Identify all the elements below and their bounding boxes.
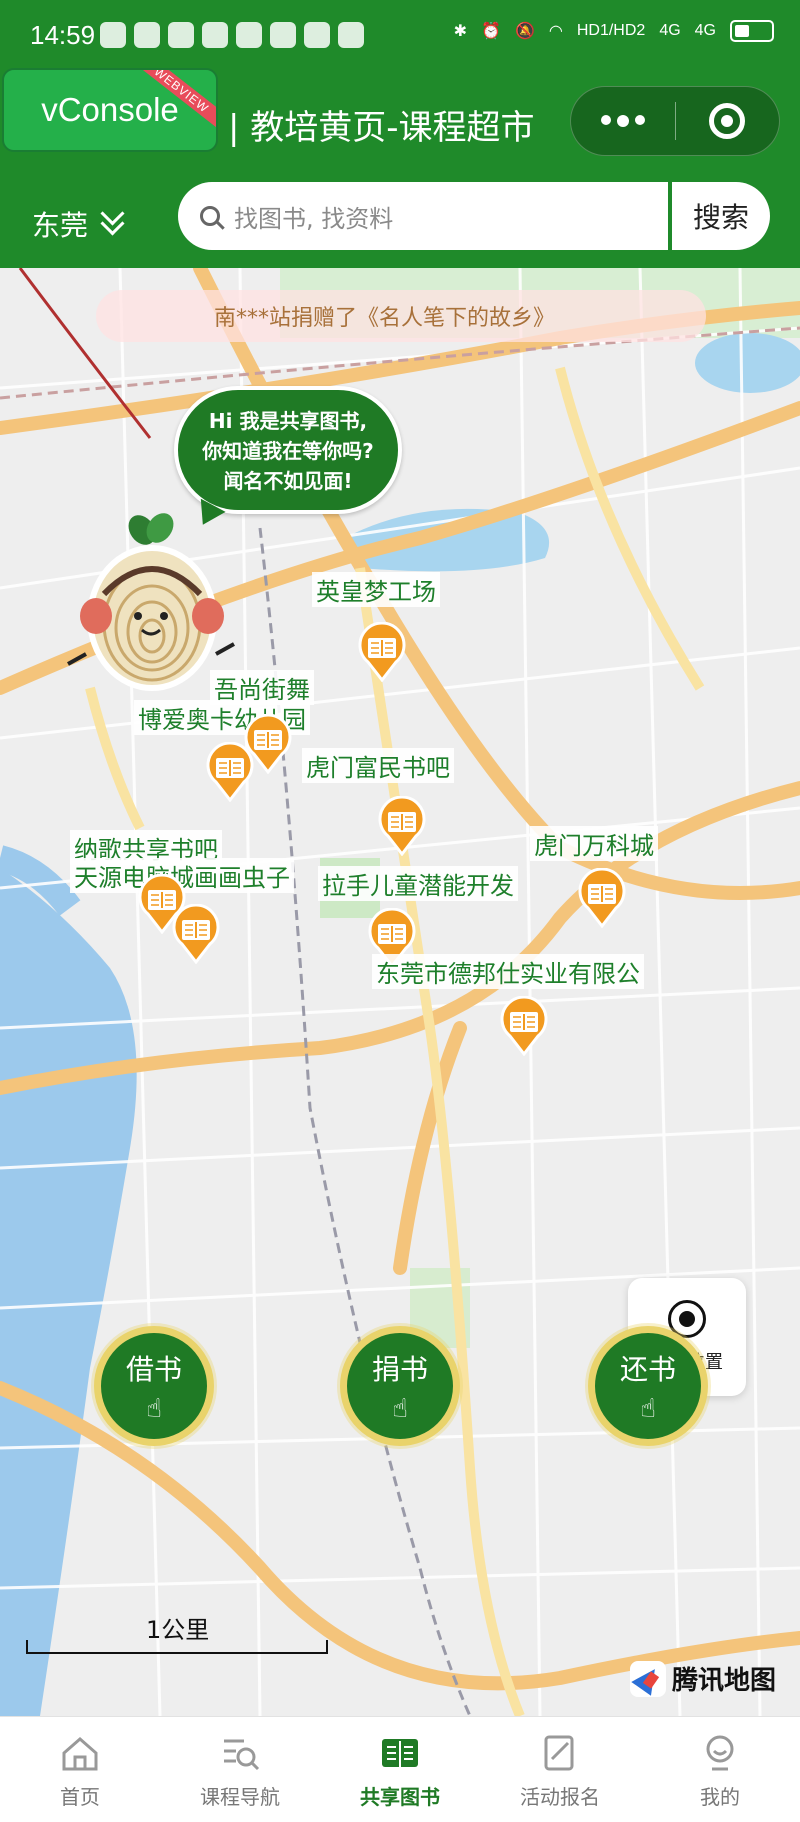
book-pin-icon[interactable] bbox=[168, 903, 224, 965]
bubble-line-1: Hi 我是共享图书, bbox=[208, 409, 368, 433]
search-input[interactable]: 找图书, 找资料 bbox=[178, 182, 668, 250]
top-bar: 14:59 ✱ ⏰ 🔕 ◠ HD1/HD2 4G 4G vConsole WEB… bbox=[0, 0, 800, 268]
tencent-map-logo-icon bbox=[630, 1660, 666, 1697]
status-indicators: ✱ ⏰ 🔕 ◠ HD1/HD2 4G 4G bbox=[454, 20, 774, 42]
hd2-label: HD2 bbox=[613, 22, 646, 39]
course-search-icon bbox=[224, 1739, 260, 1771]
tab-course-nav-label: 课程导航 bbox=[200, 1785, 280, 1809]
tab-activity-signup[interactable]: 活动报名 bbox=[480, 1717, 640, 1822]
borrow-book-button[interactable]: 借书 ☝ bbox=[94, 1326, 214, 1446]
book-pin-icon[interactable] bbox=[574, 867, 630, 929]
return-book-button[interactable]: 还书 ☝ bbox=[588, 1326, 708, 1446]
vconsole-button[interactable]: vConsole WEBVIEW bbox=[2, 68, 218, 152]
donation-ticker: 南***站捐赠了《名人笔下的故乡》 bbox=[96, 290, 706, 342]
poi-label[interactable]: 虎门富民书吧 bbox=[302, 748, 454, 783]
book-pin-icon[interactable] bbox=[374, 795, 430, 857]
profile-icon bbox=[706, 1735, 734, 1771]
search-icon bbox=[200, 206, 220, 226]
taobao-icon bbox=[304, 22, 330, 48]
status-time: 14:59 bbox=[30, 20, 96, 50]
wifi-icon: ◠ bbox=[548, 23, 563, 40]
poi-label[interactable]: 虎门万科城 bbox=[530, 826, 658, 861]
more-dot-icon bbox=[600, 115, 611, 125]
message-icon bbox=[134, 22, 160, 48]
bubble-line-2: 你知道我在等你吗? bbox=[202, 439, 374, 463]
tab-profile[interactable]: 我的 bbox=[640, 1717, 800, 1822]
alarm-icon: ⏰ bbox=[481, 23, 501, 40]
tap-hand-icon: ☝ bbox=[640, 1394, 656, 1424]
tab-activity-signup-label: 活动报名 bbox=[520, 1785, 600, 1809]
double-chevron-down-icon bbox=[100, 211, 126, 237]
fingerprint-mascot[interactable] bbox=[56, 504, 242, 694]
vconsole-label: vConsole bbox=[41, 91, 179, 128]
tap-hand-icon: ☝ bbox=[392, 1394, 408, 1424]
city-label: 东莞 bbox=[32, 209, 89, 242]
alipay-icon bbox=[236, 22, 262, 48]
app-screen: 14:59 ✱ ⏰ 🔕 ◠ HD1/HD2 4G 4G vConsole WEB… bbox=[0, 0, 800, 1822]
sim-icon bbox=[338, 22, 364, 48]
book-pin-icon[interactable] bbox=[354, 621, 410, 683]
search-placeholder: 找图书, 找资料 bbox=[234, 204, 394, 233]
map-view[interactable]: 南***站捐赠了《名人笔下的故乡》 Hi 我是共享图书, 你知道我在等你吗? 闻… bbox=[0, 268, 800, 1716]
mascot-speech-bubble[interactable]: Hi 我是共享图书, 你知道我在等你吗? 闻名不如见面! bbox=[174, 386, 402, 532]
close-miniprogram-button[interactable] bbox=[675, 103, 779, 139]
page-title: | 教培黄页-课程超市 bbox=[228, 108, 535, 148]
miniprogram-capsule bbox=[570, 86, 780, 156]
game-app-icon bbox=[100, 22, 126, 48]
notification-icons bbox=[100, 22, 364, 48]
tab-profile-label: 我的 bbox=[700, 1785, 740, 1809]
qq-icon bbox=[168, 22, 194, 48]
city-selector[interactable]: 东莞 bbox=[32, 204, 126, 244]
donate-book-button[interactable]: 捐书 ☝ bbox=[340, 1326, 460, 1446]
poi-label[interactable]: 东莞市德邦仕实业有限公 bbox=[372, 954, 644, 989]
network-hd: HD1/HD2 bbox=[576, 22, 646, 39]
book-pin-icon[interactable] bbox=[496, 995, 552, 1057]
battery-icon bbox=[730, 20, 774, 42]
bottom-tab-bar: 首页 课程导航 共享图书 活动报名 我的 bbox=[0, 1716, 800, 1822]
tab-shared-books[interactable]: 共享图书 bbox=[320, 1717, 480, 1822]
signal-2: 4G bbox=[694, 22, 716, 39]
hd1-label: HD1 bbox=[576, 22, 609, 39]
bubble-line-3: 闻名不如见面! bbox=[223, 469, 353, 493]
task-icon bbox=[270, 22, 296, 48]
mute-icon: 🔕 bbox=[514, 23, 535, 40]
wechat-icon bbox=[202, 22, 228, 48]
book-icon bbox=[382, 1739, 418, 1767]
scale-bar bbox=[26, 1640, 328, 1654]
map-provider-label: 腾讯地图 bbox=[672, 1666, 777, 1696]
tab-shared-books-label: 共享图书 bbox=[360, 1785, 440, 1809]
bluetooth-icon: ✱ bbox=[453, 23, 468, 40]
more-menu-button[interactable] bbox=[571, 115, 675, 127]
poi-label[interactable]: 英皇梦工场 bbox=[312, 572, 440, 607]
book-pin-icon[interactable] bbox=[202, 741, 258, 803]
more-dot-icon bbox=[634, 115, 645, 125]
more-dot-icon bbox=[616, 115, 629, 127]
tab-course-nav[interactable]: 课程导航 bbox=[160, 1717, 320, 1822]
search-button[interactable]: 搜索 bbox=[672, 182, 770, 250]
map-base bbox=[0, 268, 800, 1716]
map-provider: 腾讯地图 bbox=[630, 1660, 776, 1697]
return-label: 还书 bbox=[619, 1353, 676, 1386]
tap-hand-icon: ☝ bbox=[146, 1394, 162, 1424]
edit-form-icon bbox=[544, 1735, 574, 1771]
tab-home-label: 首页 bbox=[60, 1785, 100, 1809]
status-bar: 14:59 ✱ ⏰ 🔕 ◠ HD1/HD2 4G 4G bbox=[0, 0, 800, 72]
close-target-icon bbox=[709, 103, 746, 139]
signal-1: 4G bbox=[659, 22, 681, 39]
donate-label: 捐书 bbox=[371, 1353, 428, 1386]
tab-home[interactable]: 首页 bbox=[0, 1717, 160, 1822]
borrow-label: 借书 bbox=[125, 1353, 182, 1386]
home-icon bbox=[62, 1737, 98, 1771]
poi-label[interactable]: 拉手儿童潜能开发 bbox=[318, 866, 518, 901]
